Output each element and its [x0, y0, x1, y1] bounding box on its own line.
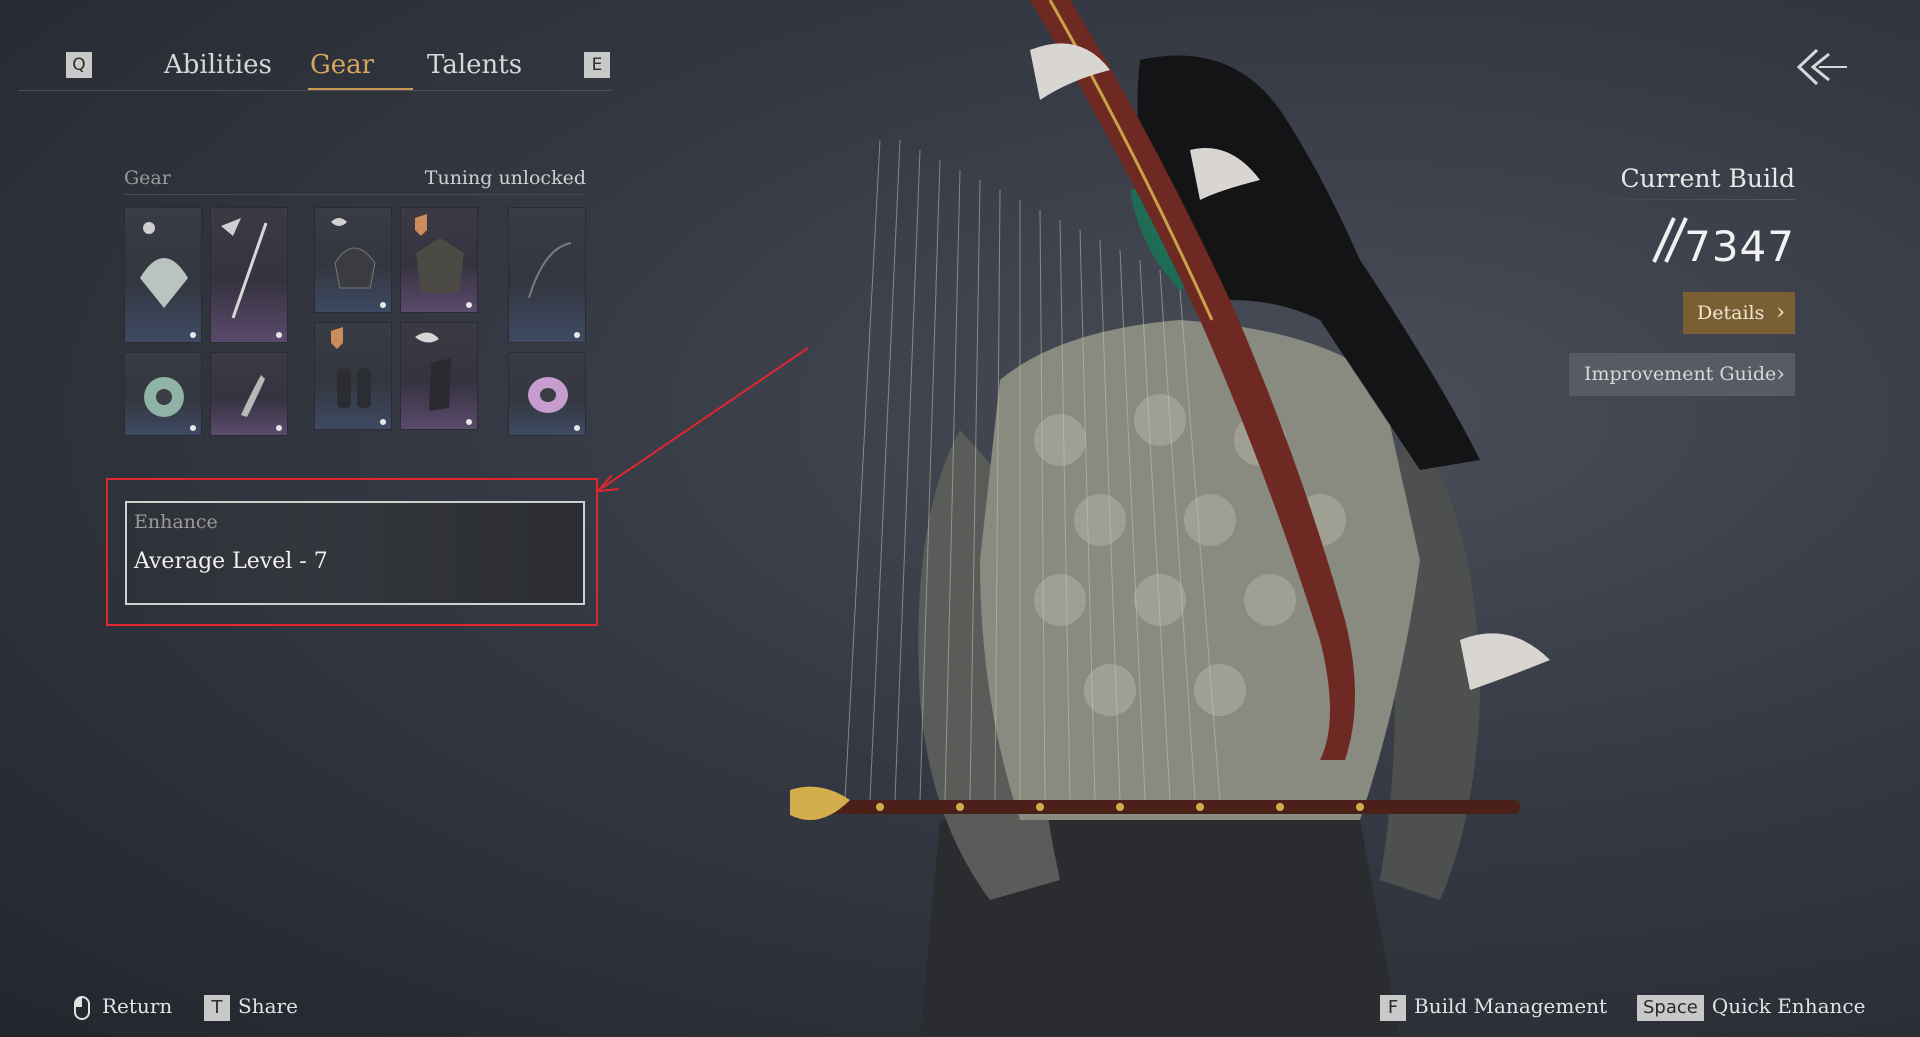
helmet-icon: [331, 218, 376, 289]
gear-section-title: Gear: [124, 167, 171, 189]
tuning-status: Tuning unlocked: [424, 167, 586, 189]
gloves-icon: [415, 332, 451, 411]
chevron-right-icon: ›: [1776, 362, 1785, 387]
return-hint[interactable]: Return: [72, 994, 172, 1021]
return-label: Return: [102, 994, 173, 1018]
bracers-icon: [331, 327, 371, 408]
mouse-icon: [74, 995, 90, 1020]
active-tab-indicator: [308, 88, 413, 90]
gear-slot-pendant[interactable]: [210, 352, 288, 436]
enhance-panel[interactable]: Enhance Average Level - 7: [125, 501, 585, 605]
gear-slot-jade-disc[interactable]: [124, 352, 202, 436]
gear-slot-bracers[interactable]: [314, 322, 392, 430]
tab-talents[interactable]: Talents: [427, 50, 522, 80]
quick-enhance-label: Quick Enhance: [1711, 994, 1866, 1018]
tab-gear[interactable]: Gear: [310, 50, 374, 80]
details-label: Details: [1697, 302, 1765, 324]
build-power-score: 7347: [1684, 222, 1795, 271]
improvement-guide-button[interactable]: Improvement Guide ›: [1569, 353, 1795, 396]
gear-slot-jade-ring[interactable]: [508, 352, 586, 436]
gear-slot-helmet[interactable]: [314, 207, 392, 313]
build-divider: [1570, 199, 1795, 200]
sword-icon: [221, 218, 268, 319]
chevron-right-icon: ›: [1776, 300, 1785, 325]
quick-enhance-key: Space: [1637, 995, 1704, 1021]
next-tab-key[interactable]: E: [584, 52, 610, 78]
gear-slot-sword[interactable]: [210, 207, 288, 343]
enhance-title: Enhance: [134, 511, 218, 533]
share-label: Share: [238, 994, 298, 1018]
share-hint[interactable]: T Share: [204, 994, 298, 1021]
gear-slot-gloves[interactable]: [400, 322, 478, 430]
chest-armor-icon: [415, 214, 464, 293]
quick-enhance-hint[interactable]: Space Quick Enhance: [1637, 994, 1865, 1021]
details-button[interactable]: Details ›: [1683, 292, 1795, 334]
current-build-title: Current Build: [1620, 164, 1796, 193]
gear-slot-chest[interactable]: [400, 207, 478, 313]
share-key: T: [204, 995, 230, 1021]
tab-bar: Q Abilities Gear Talents E: [18, 40, 613, 91]
gear-slot-bow[interactable]: [508, 207, 586, 343]
gear-slot-fan[interactable]: [124, 207, 202, 343]
character-model: [790, 0, 1550, 1037]
build-management-key: F: [1380, 995, 1406, 1021]
build-management-label: Build Management: [1414, 994, 1608, 1018]
tab-abilities[interactable]: Abilities: [164, 50, 272, 80]
gear-header: Gear Tuning unlocked: [124, 164, 586, 195]
prev-tab-key[interactable]: Q: [66, 52, 92, 78]
fan-weapon-icon: [140, 222, 188, 308]
back-arrow-icon[interactable]: [1795, 46, 1849, 88]
crossed-swords-icon: [1652, 217, 1688, 263]
bow-icon: [528, 242, 572, 299]
build-management-hint[interactable]: F Build Management: [1380, 994, 1607, 1021]
improvement-guide-label: Improvement Guide: [1584, 363, 1777, 385]
average-level-text: Average Level - 7: [134, 549, 328, 574]
